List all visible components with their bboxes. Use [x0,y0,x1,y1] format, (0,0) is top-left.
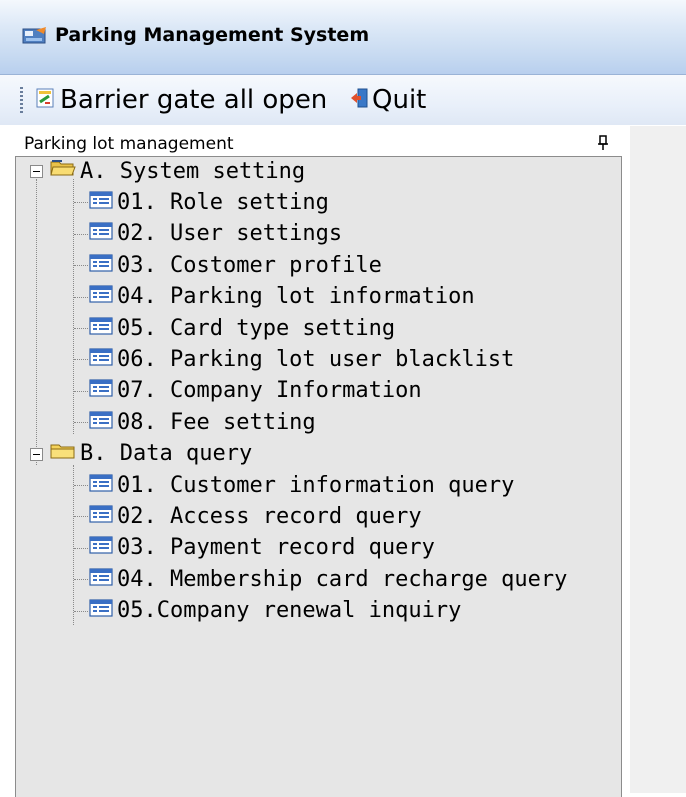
quit-button[interactable]: Quit [350,83,426,117]
form-icon [89,567,113,592]
tree-group[interactable]: A. System setting [50,156,305,186]
form-icon [89,378,113,403]
tree-item-label: 06. Parking lot user blacklist [117,346,515,372]
parking-app-icon [22,26,48,46]
form-icon [89,253,113,278]
form-icon [89,284,113,309]
tree-item-label: 05. Card type setting [117,315,396,341]
tree-item[interactable]: 01. Customer information query [89,470,514,500]
tree-item[interactable]: 06. Parking lot user blacklist [89,344,514,374]
pin-icon[interactable] [596,134,610,152]
exit-door-icon [350,87,368,114]
form-icon [89,316,113,341]
parking-lot-management-panel: Parking lot management A. System setting… [0,126,630,797]
tree-connector [74,547,88,549]
tree-connector [74,202,88,204]
tree-item-label: 03. Payment record query [117,535,435,561]
form-icon [89,504,113,529]
tree-connector [74,328,88,329]
folder-icon [50,441,76,467]
tree-connector [74,265,88,267]
tree-connector [74,359,88,361]
tree-item[interactable]: 04. Parking lot information [89,282,475,312]
form-icon [89,190,113,215]
tree-item-label: 01. Customer information query [117,472,515,498]
tree-group-label: A. System setting [80,158,306,184]
tree-item-label: 04. Membership card recharge query [117,566,568,592]
tree-item[interactable]: 05. Card type setting [89,313,395,343]
tree-item-label: 03. Costomer profile [117,252,382,278]
tree-item-label: 08. Fee setting [117,409,316,435]
form-icon [89,347,113,372]
toolbar-grip[interactable] [20,87,23,115]
window-title: Parking Management System [55,24,370,46]
tree-connector [74,390,88,392]
tree-item[interactable]: 07. Company Information [89,376,422,406]
form-icon [89,221,113,246]
tree-item[interactable]: 08. Fee setting [89,407,316,437]
tree-connector [36,179,37,465]
tree-group[interactable]: B. Data query [50,439,252,469]
tree-connector [74,610,88,612]
form-icon [89,535,113,560]
navigation-tree[interactable]: A. System setting 01. Role setting 02. Use… [15,156,622,797]
folder-icon [50,158,76,184]
main-workspace [630,126,686,793]
barrier-gate-all-open-button[interactable]: Barrier gate all open [36,83,327,117]
tree-item-label: 02. Access record query [117,503,422,529]
panel-header: Parking lot management [0,126,630,156]
collapse-toggle[interactable] [30,165,43,178]
tree-item[interactable]: 01. Role setting [89,187,329,217]
tree-connector [74,485,88,486]
tree-connector [73,179,74,434]
tree-item-label: 07. Company Information [117,378,422,404]
tree-item-label: 01. Role setting [117,189,329,215]
form-icon [89,473,113,498]
tree-item[interactable]: 03. Payment record query [89,533,435,563]
tree-item-label: 04. Parking lot information [117,284,475,310]
tree-connector [74,422,88,424]
tree-connector [74,579,88,581]
tree-item[interactable]: 02. User settings [89,219,342,249]
collapse-toggle[interactable] [30,447,43,461]
form-icon [89,598,113,623]
tree-connector [74,516,88,518]
tree-item-label: 02. User settings [117,221,343,247]
tree-item[interactable]: 03. Costomer profile [89,250,382,280]
tree-group-label: B. Data query [80,441,253,467]
tree-connector [74,296,88,298]
panel-title: Parking lot management [24,134,234,154]
tree-connector [74,233,88,235]
quit-label: Quit [372,85,427,115]
form-icon [89,410,113,435]
tree-item[interactable]: 05.Company renewal inquiry [89,596,461,626]
tree-connector [73,465,74,625]
tree-item-label: 05.Company renewal inquiry [117,598,462,624]
tree-item[interactable]: 04. Membership card recharge query [89,564,567,594]
title-bar: Parking Management System [0,0,686,75]
barrier-gate-all-open-label: Barrier gate all open [60,85,328,115]
barrier-gate-icon [36,87,54,114]
tree-item[interactable]: 02. Access record query [89,501,422,531]
